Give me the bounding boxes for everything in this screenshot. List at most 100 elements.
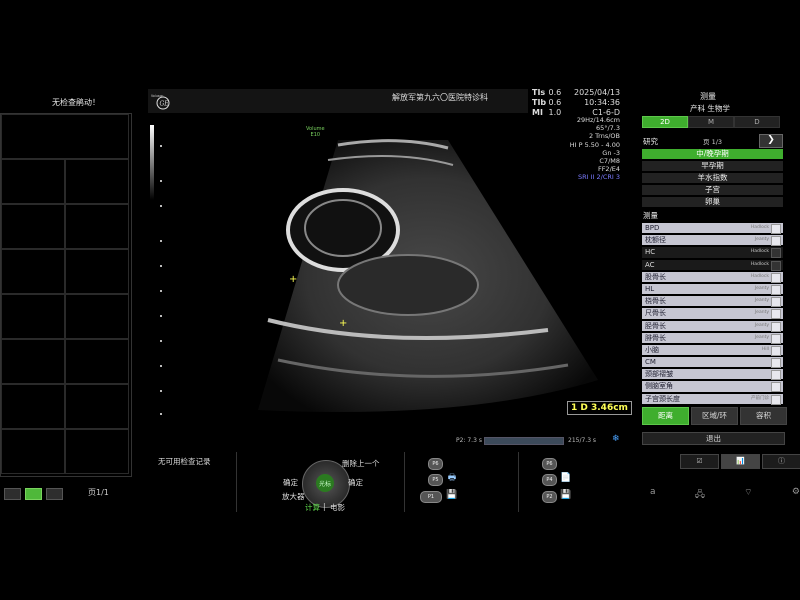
tab-2d[interactable]: 2D [642, 116, 688, 128]
checklist-tab-icon[interactable]: ☑ [680, 454, 719, 469]
measurement-item[interactable]: 枕额径 Jeanty [642, 235, 783, 247]
study-item[interactable]: 卵巢 [642, 197, 783, 207]
layout-1x2-button[interactable] [4, 488, 21, 500]
chart-tab-icon[interactable]: 📊 [721, 454, 760, 469]
depth-tick [160, 145, 162, 147]
measurement-checkbox[interactable] [771, 224, 781, 234]
measurement-checkbox[interactable] [771, 358, 781, 369]
ultrasound-image[interactable]: + + [168, 120, 628, 430]
thumbnail-slot[interactable] [1, 294, 65, 339]
measurement-item[interactable]: 侧脑室角 [642, 381, 783, 393]
measurement-item[interactable]: 桡骨长 Jeanty [642, 296, 783, 308]
measurement-checkbox[interactable] [771, 284, 781, 295]
measurement-method-tag: Hill [761, 346, 769, 352]
measurement-checkbox[interactable] [771, 321, 781, 332]
measurement-item[interactable]: HL Jeanty [642, 283, 783, 295]
measurement-item-label: 枕额径 [645, 236, 666, 245]
p6-button[interactable]: P6 [428, 458, 443, 470]
measurement-checkbox[interactable] [771, 236, 781, 247]
measurement-checkbox[interactable] [771, 345, 781, 356]
measurement-item[interactable]: 胫骨长 Jeanty [642, 320, 783, 332]
layout-3x3-button[interactable] [46, 488, 63, 500]
measurement-item-label: HL [645, 284, 655, 293]
measurement-result: 1 D 3.46cm [567, 401, 632, 415]
delete-prev-label[interactable]: 删除上一个 [342, 458, 380, 469]
film-label[interactable]: 电影 [330, 502, 345, 513]
freeze-icon[interactable]: ❄ [612, 434, 620, 444]
mi-label: MI [532, 108, 543, 117]
measurement-item[interactable]: 颈部褶皱 [642, 369, 783, 381]
study-item[interactable]: 早孕期 [642, 161, 783, 171]
confirm-left-label[interactable]: 确定 [283, 477, 298, 488]
thumbnail-slot[interactable] [65, 159, 129, 204]
measurement-checkbox[interactable] [771, 297, 781, 308]
thumbnail-slot[interactable] [65, 339, 129, 384]
measurement-checkbox[interactable] [771, 309, 781, 320]
measurement-checkbox[interactable] [771, 272, 781, 283]
measurement-checkbox[interactable] [771, 370, 781, 381]
panel-title: 测量 [700, 92, 716, 101]
magnifier-label[interactable]: 放大器 [282, 491, 305, 502]
cine-scrollbar[interactable] [484, 437, 564, 445]
network-icon: 🖧 [694, 490, 705, 500]
measurement-item[interactable]: 尺骨长 Jeanty [642, 308, 783, 320]
measurement-item[interactable]: 子宫颈长度 产前门诊 [642, 393, 783, 405]
save-icon[interactable]: 💾 [446, 489, 458, 501]
measurement-item-label: HC [645, 248, 656, 257]
thumbnail-slot[interactable] [1, 159, 65, 204]
save-icon-right[interactable]: 💾 [560, 489, 572, 501]
tab-m[interactable]: M [688, 116, 734, 128]
p1-button[interactable]: P1 [420, 491, 442, 503]
trackball-center[interactable]: 光标 [316, 474, 334, 492]
study-item[interactable]: 子宫 [642, 185, 783, 195]
exit-button[interactable]: 退出 [642, 432, 785, 445]
measurement-checkbox[interactable] [771, 333, 781, 344]
measurement-item[interactable]: 小脑 Hill [642, 344, 783, 356]
p5-button[interactable]: P5 [428, 474, 443, 486]
measurement-checkbox[interactable] [771, 382, 781, 393]
study-item[interactable]: 中/晚孕期 [642, 149, 783, 159]
measurement-item[interactable]: AC Hadlock [642, 259, 783, 271]
info-tab-icon[interactable]: ⓘ [762, 454, 800, 469]
study-label: 研究 [643, 137, 658, 146]
document-icon[interactable]: 📄 [560, 472, 572, 484]
thumbnail-slot[interactable] [1, 384, 65, 429]
measurement-method-tag: Jeanty [754, 310, 769, 316]
tab-d[interactable]: D [734, 116, 780, 128]
measurement-item[interactable]: 腓骨长 Jeanty [642, 332, 783, 344]
measurement-checkbox[interactable] [771, 394, 781, 405]
calc-label[interactable]: 计算 [305, 502, 320, 513]
thumbnail-slot[interactable] [1, 114, 129, 159]
divider [236, 452, 237, 512]
confirm-right-label[interactable]: 确定 [348, 477, 363, 488]
area-tool-button[interactable]: 区域/环 [691, 407, 738, 425]
p2-button[interactable]: P2 [542, 491, 557, 503]
thumbnail-slot[interactable] [65, 204, 129, 249]
measurement-method-tag: Hadlock [750, 273, 769, 279]
thumbnail-slot[interactable] [65, 429, 129, 474]
measurement-item[interactable]: 股骨长 Hadlock [642, 271, 783, 283]
measurement-item[interactable]: HC Hadlock [642, 247, 783, 259]
measurement-checkbox[interactable] [771, 248, 781, 259]
measurement-checkbox[interactable] [771, 260, 781, 271]
svg-text:GE: GE [160, 100, 170, 107]
thumbnail-slot[interactable] [1, 249, 65, 294]
thumbnail-slot[interactable] [65, 384, 129, 429]
measurement-item[interactable]: CM [642, 357, 783, 369]
cine-left-label: P2: 7.3 s [456, 437, 482, 444]
thumbnail-slot[interactable] [1, 204, 65, 249]
study-item[interactable]: 羊水指数 [642, 173, 783, 183]
distance-tool-button[interactable]: 距离 [642, 407, 689, 425]
thumbnail-slot[interactable] [65, 294, 129, 339]
thumbnail-slot[interactable] [65, 249, 129, 294]
print-icon[interactable]: 🖶 [446, 472, 458, 484]
p4-button[interactable]: P4 [542, 474, 557, 486]
volume-tool-button[interactable]: 容积 [740, 407, 787, 425]
thumbnail-slot[interactable] [1, 429, 65, 474]
next-page-button[interactable]: ❯ [759, 134, 783, 148]
thumbnail-slot[interactable] [1, 339, 65, 384]
p6-button-right[interactable]: P6 [542, 458, 557, 470]
layout-2x2-button[interactable] [25, 488, 42, 500]
measurement-item[interactable]: BPD Hadlock [642, 223, 783, 234]
time: 10:34:36 [584, 98, 620, 107]
